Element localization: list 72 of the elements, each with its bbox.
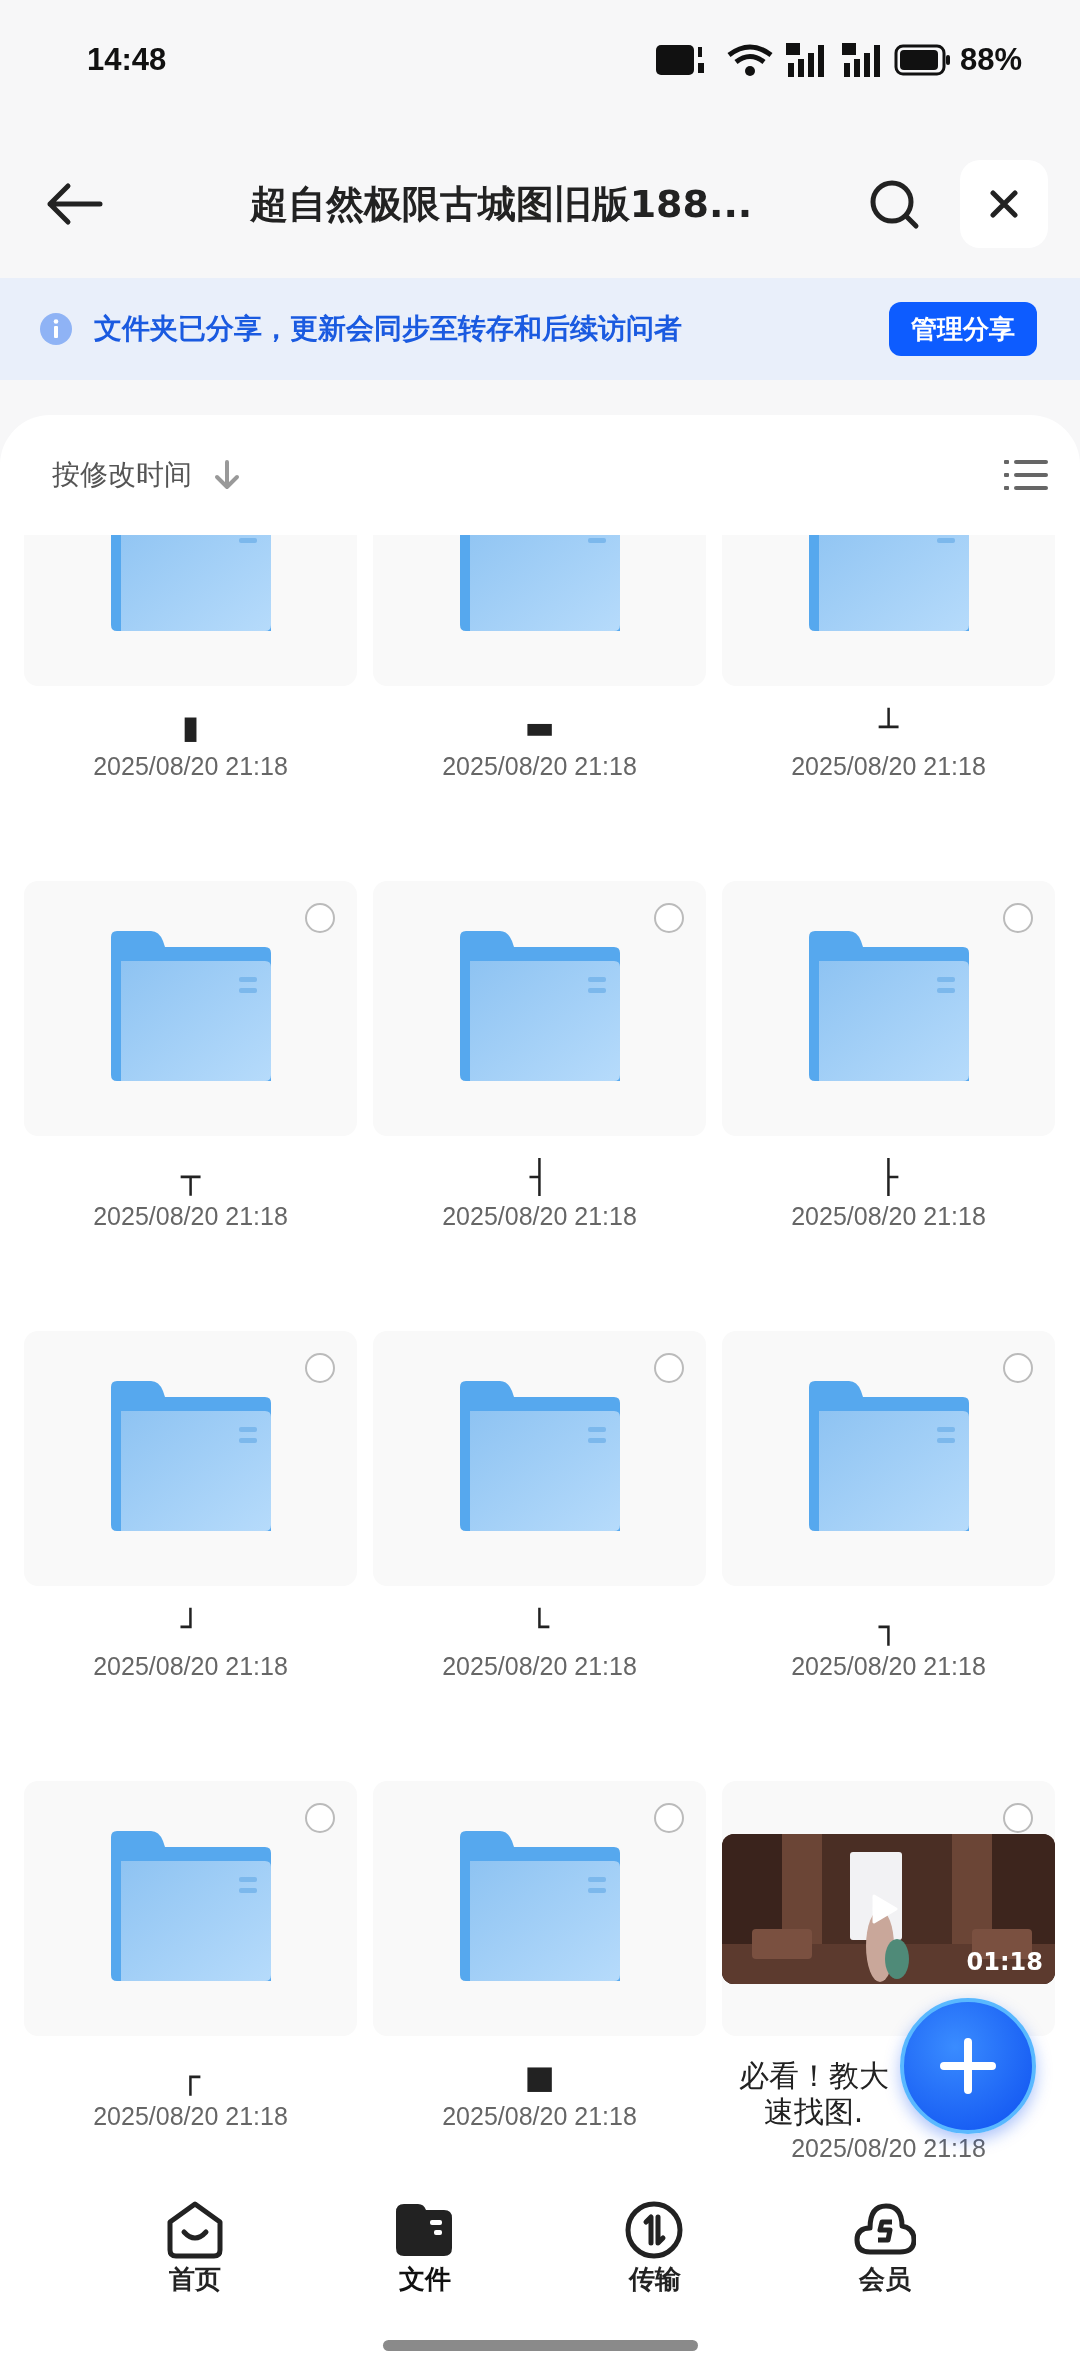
folder-icon	[808, 1380, 969, 1531]
folder-icon	[459, 930, 620, 1081]
video-card[interactable]: 01:18	[722, 1781, 1055, 2036]
nav-tab[interactable]: 首页	[164, 2200, 226, 2310]
folder-name: ■	[524, 2057, 555, 2098]
close-button[interactable]	[960, 160, 1048, 248]
folder-name: ┤	[529, 1157, 550, 1198]
folder-card[interactable]	[373, 881, 706, 1136]
folder-icon	[110, 1830, 271, 1981]
modified-date: 2025/08/20 21:18	[442, 1201, 637, 1232]
play-icon[interactable]	[872, 1893, 898, 1924]
select-checkbox[interactable]	[305, 1353, 335, 1383]
select-checkbox[interactable]	[654, 1803, 684, 1833]
folder-name: ▮	[181, 707, 200, 748]
select-checkbox[interactable]	[1003, 903, 1033, 933]
folder-name: └	[529, 1606, 550, 1648]
select-checkbox[interactable]	[305, 903, 335, 933]
modified-date: 2025/08/20 21:18	[791, 1651, 986, 1682]
wifi-icon	[725, 43, 774, 77]
folder-icon	[459, 1380, 620, 1531]
battery-level: 88%	[959, 42, 1022, 78]
modified-date: 2025/08/20 21:18	[93, 1651, 288, 1682]
folder-name: ┴	[878, 706, 899, 748]
folder-icon	[459, 1830, 620, 1981]
folder-card[interactable]	[373, 1331, 706, 1586]
folder-icon	[110, 1380, 271, 1531]
list-view-icon[interactable]	[1004, 458, 1048, 492]
folder-name: ┐	[878, 1607, 899, 1648]
modified-date: 2025/08/20 21:18	[791, 2133, 986, 2164]
select-checkbox[interactable]	[654, 903, 684, 933]
battery-icon	[893, 44, 952, 76]
nav-tab[interactable]: 会员	[854, 2200, 916, 2310]
folder-card[interactable]	[24, 1781, 357, 2036]
info-icon	[40, 313, 72, 345]
manage-share-button[interactable]: 管理分享	[889, 302, 1037, 356]
folder-name: ▬	[524, 707, 555, 748]
nav-tab[interactable]: 传输	[624, 2200, 686, 2310]
notice-text: 文件夹已分享，更新会同步至转存和后续访问者	[94, 311, 683, 347]
modified-date: 2025/08/20 21:18	[93, 751, 288, 782]
folder-name: ┬	[180, 1157, 201, 1198]
video-duration: 01:18	[966, 1947, 1043, 1976]
modified-date: 2025/08/20 21:18	[442, 751, 637, 782]
sort-button[interactable]: 按修改时间	[52, 456, 240, 494]
folder-name: ├	[878, 1157, 899, 1198]
file-name: 必看！教大	[738, 2058, 889, 2094]
modified-date: 2025/08/20 21:18	[791, 1201, 986, 1232]
modified-date: 2025/08/20 21:18	[93, 2101, 288, 2132]
folder-card[interactable]	[373, 1781, 706, 2036]
select-checkbox[interactable]	[1003, 1353, 1033, 1383]
modified-date: 2025/08/20 21:18	[93, 1201, 288, 1232]
clock-time: 14:48	[87, 42, 167, 78]
select-checkbox[interactable]	[654, 1353, 684, 1383]
folder-icon	[808, 930, 969, 1081]
plus-icon	[940, 2038, 996, 2094]
folder-name: ┘	[180, 1606, 201, 1648]
close-icon	[990, 190, 1018, 218]
folder-title: 超自然极限古城图旧版188...	[248, 180, 754, 228]
file-name: 速找图.	[763, 2094, 864, 2130]
modified-date: 2025/08/20 21:18	[791, 751, 986, 782]
folder-card[interactable]	[24, 881, 357, 1136]
down-arrow-icon	[214, 460, 240, 490]
modified-date: 2025/08/20 21:18	[442, 1651, 637, 1682]
select-checkbox[interactable]	[1003, 1803, 1033, 1833]
folder-icon	[110, 930, 271, 1081]
modified-date: 2025/08/20 21:18	[442, 2101, 637, 2132]
folder-card[interactable]	[722, 881, 1055, 1136]
nav-tab[interactable]: 文件	[394, 2200, 456, 2310]
folder-card[interactable]	[24, 1331, 357, 1586]
select-checkbox[interactable]	[305, 1803, 335, 1833]
folder-card[interactable]	[722, 1331, 1055, 1586]
folder-name: ┌	[180, 2057, 201, 2098]
search-icon[interactable]	[868, 178, 920, 230]
